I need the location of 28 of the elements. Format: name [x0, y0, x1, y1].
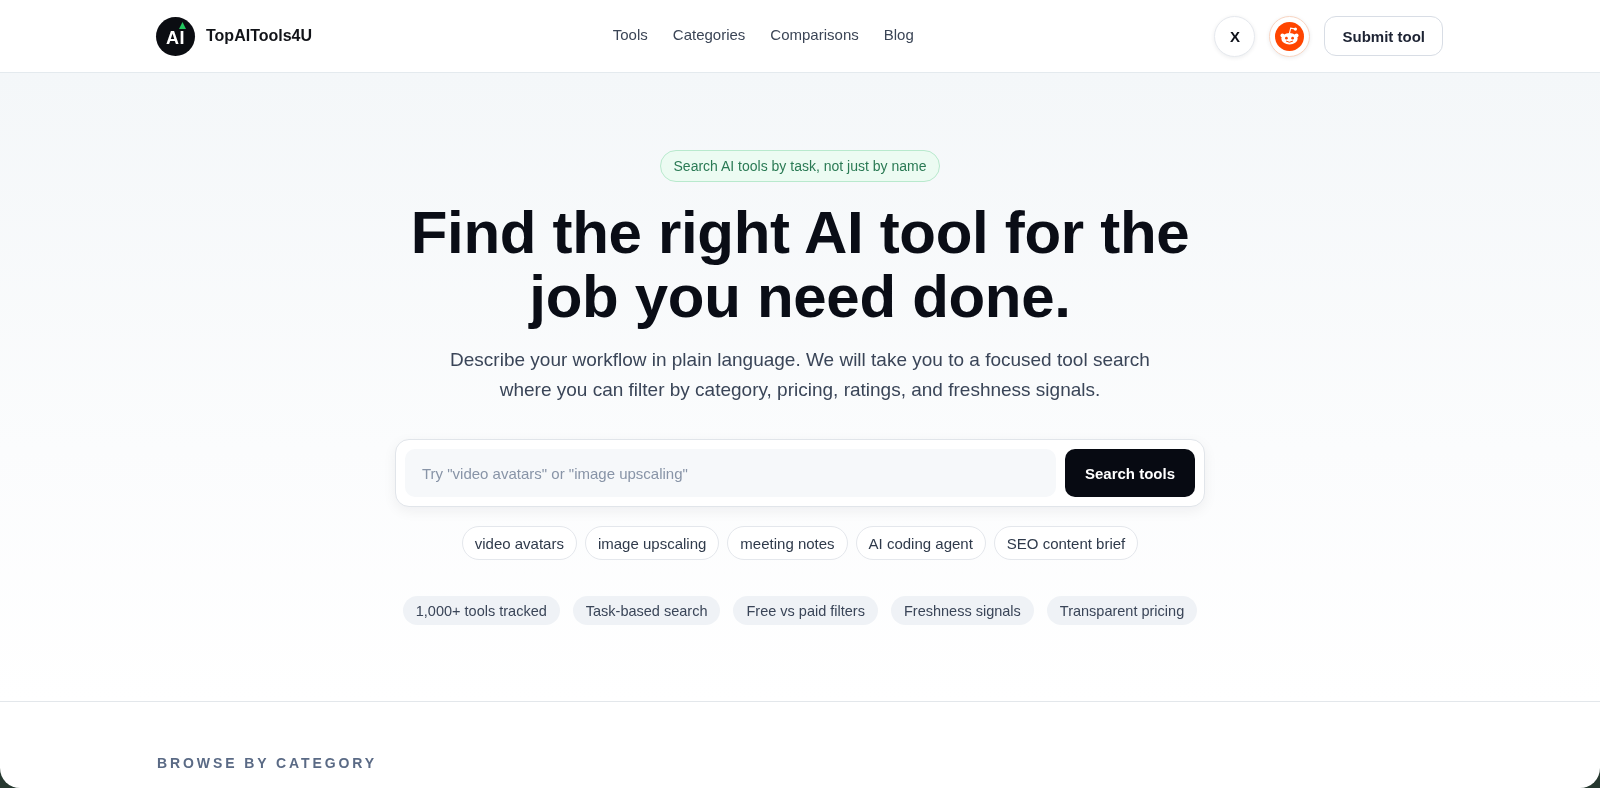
nav-link[interactable]: Comparisons	[770, 26, 859, 43]
feature-pill: Transparent pricing	[1046, 596, 1198, 625]
submit-tool-button[interactable]: Submit tool	[1324, 16, 1443, 56]
section-heading: BROWSE BY CATEGORY	[157, 755, 377, 771]
nav-link[interactable]: Blog	[883, 26, 914, 43]
search-field[interactable]: Try "video avatars" or "image upscaling"	[405, 449, 1056, 497]
suggestion-chip[interactable]: SEO content brief	[993, 526, 1139, 560]
feature-pill: Task-based search	[572, 596, 721, 625]
logo-badge[interactable]: AI	[156, 16, 195, 56]
alien-face-icon	[1275, 21, 1305, 51]
social-button[interactable]	[1269, 15, 1311, 57]
brand-name[interactable]: TopAITools4U	[206, 27, 313, 45]
suggestion-chip[interactable]: image upscaling	[584, 526, 720, 560]
hero-subtitle: Describe your workflow in plain language. We will take you to a focused tool search where you can filter by category, pricing, ratings, and freshness signals.	[449, 348, 1151, 402]
suggestion-chip[interactable]: meeting notes	[727, 526, 848, 560]
nav-link[interactable]: Tools	[612, 26, 648, 43]
feature-pill: Free vs paid filters	[733, 596, 878, 625]
x-button[interactable]: X	[1214, 15, 1256, 57]
suggestion-chip[interactable]: AI coding agent	[855, 526, 986, 560]
arrow-up-icon	[179, 21, 186, 29]
hero-title: Find the right AI tool for the job you need done.	[409, 201, 1191, 329]
nav-link[interactable]: Categories	[672, 26, 746, 43]
suggestion-chip[interactable]: video avatars	[461, 526, 577, 560]
search-button[interactable]: Search tools	[1065, 449, 1195, 497]
feature-pill: 1,000+ tools tracked	[402, 596, 560, 625]
feature-pill: Freshness signals	[890, 596, 1034, 625]
logo-text: AI	[166, 29, 185, 47]
tagline-badge: Search AI tools by task, not just by name	[659, 150, 941, 182]
